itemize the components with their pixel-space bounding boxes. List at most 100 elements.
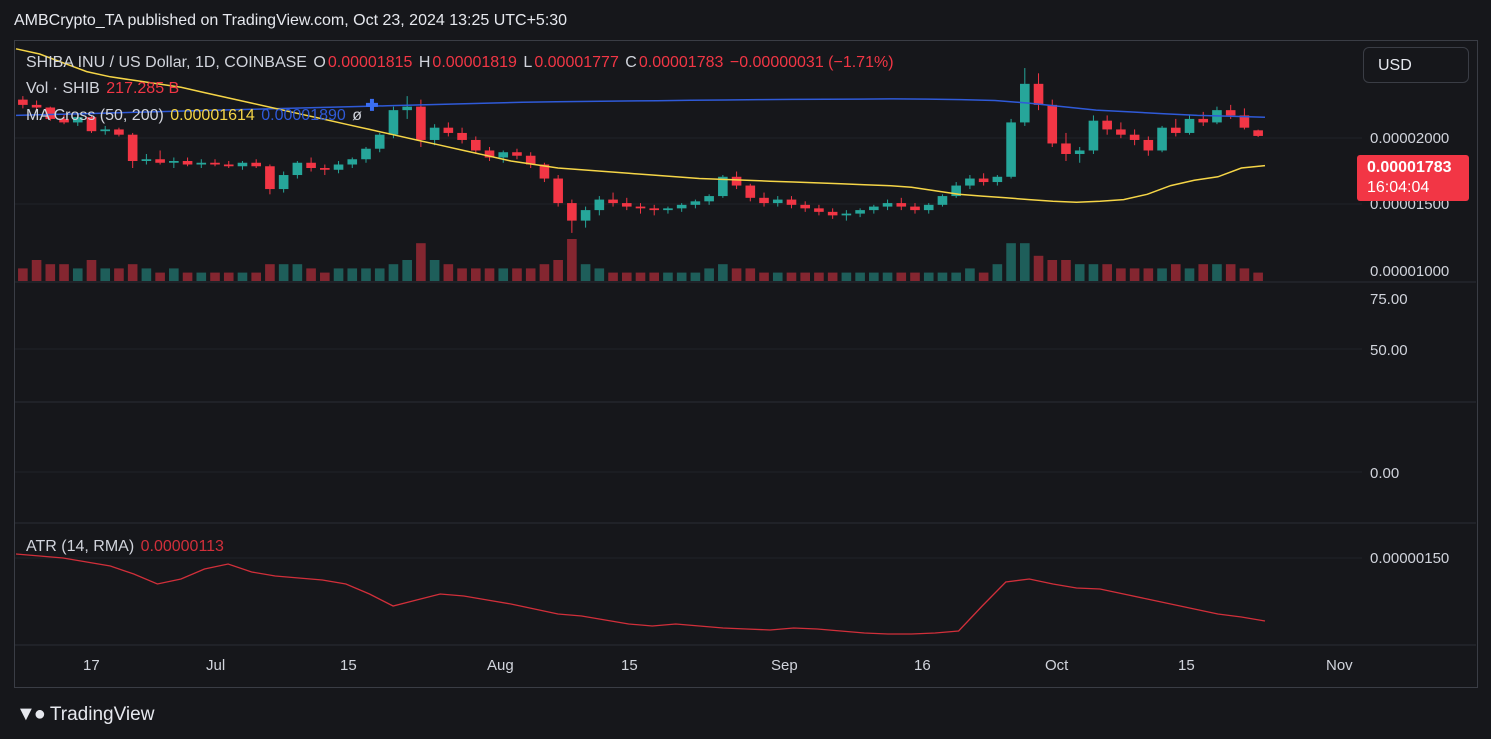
volume-bar: [223, 272, 234, 281]
candle-body: [869, 206, 879, 211]
osc-tick: 75.00: [1370, 291, 1408, 308]
candle-body: [223, 164, 234, 167]
volume-bar: [1157, 268, 1167, 281]
candle-body: [388, 110, 399, 135]
volume-bar: [759, 272, 769, 281]
candle-body: [635, 206, 646, 209]
volume-bar: [402, 260, 412, 281]
volume-bar: [1020, 243, 1030, 281]
volume-bar: [333, 268, 344, 281]
x-tick: Aug: [487, 657, 514, 674]
candle-body: [292, 162, 303, 176]
tradingview-logo-icon: ▼●: [16, 703, 46, 725]
ma50-value: 0.00001614: [170, 107, 255, 124]
x-tick: Oct: [1045, 657, 1069, 674]
osc-tick: 50.00: [1370, 342, 1408, 359]
volume-bar: [169, 268, 179, 281]
last-price-value: 0.00001783: [1367, 159, 1452, 176]
currency-button[interactable]: USD: [1363, 47, 1469, 83]
volume-bar: [649, 272, 660, 281]
symbol-legend[interactable]: SHIBA INU / US Dollar, 1D, COINBASE O 0.0…: [26, 54, 896, 72]
candle-body: [923, 204, 934, 211]
volume-bar: [841, 272, 852, 281]
volume-bar: [814, 272, 824, 281]
high-value: 0.00001819: [432, 54, 517, 71]
volume-label: Vol · SHIB: [26, 80, 100, 97]
volume-bar: [690, 272, 701, 281]
osc-tick: 0.00: [1370, 465, 1400, 482]
candle-body: [772, 199, 783, 204]
candle-body: [169, 161, 179, 163]
candle-body: [553, 178, 563, 204]
volume-bar: [923, 272, 934, 281]
volume-bar: [484, 268, 495, 281]
volume-bar: [910, 272, 920, 281]
price-tick: 0.00002000: [1370, 130, 1450, 147]
atr-value: 0.00000113: [140, 538, 224, 555]
volume-bar: [265, 264, 275, 281]
candle-body: [512, 152, 522, 156]
volume-bar: [1143, 268, 1154, 281]
volume-bar: [786, 272, 797, 281]
candle-body: [910, 206, 920, 211]
volume-bars: [18, 239, 1263, 281]
candle-body: [155, 159, 165, 163]
ma200-value: 0.00001890: [261, 107, 346, 124]
candle-body: [745, 185, 756, 198]
volume-bar: [663, 272, 673, 281]
volume-bar: [937, 272, 948, 281]
ma-extra-symbol: ø: [352, 107, 363, 124]
volume-bar: [772, 272, 783, 281]
close-value: 0.00001783: [638, 54, 724, 71]
volume-bar: [237, 272, 248, 281]
volume-bar: [443, 264, 454, 281]
candle-body: [1157, 127, 1167, 151]
volume-bar: [155, 272, 165, 281]
candle-body: [827, 211, 838, 216]
candle-body: [1074, 150, 1085, 154]
price-tick: 0.00001000: [1370, 263, 1450, 280]
candle-body: [1047, 104, 1058, 144]
candle-body: [841, 213, 852, 216]
candle-body: [265, 166, 275, 190]
candle-body: [402, 106, 412, 111]
volume-bar: [580, 264, 591, 281]
volume-bar: [704, 268, 714, 281]
low-label: L: [523, 54, 533, 71]
volume-bar: [567, 239, 577, 281]
candle-body: [1088, 120, 1099, 151]
symbol-name: SHIBA INU / US Dollar, 1D, COINBASE: [26, 54, 307, 71]
volume-legend[interactable]: Vol · SHIB 217.285 B: [26, 80, 181, 98]
atr-tick: 0.00000150: [1370, 550, 1450, 567]
candle-body: [965, 178, 975, 186]
candle-body: [676, 204, 687, 209]
atr-legend[interactable]: ATR (14, RMA) 0.00000113: [26, 538, 226, 556]
volume-bar: [992, 264, 1003, 281]
x-tick: Jul: [206, 657, 226, 674]
candle-body: [814, 208, 824, 212]
candle-body: [361, 148, 371, 160]
ma-cross-label: MA Cross (50, 200): [26, 107, 164, 124]
candle-body: [114, 129, 124, 135]
candle-body: [457, 132, 467, 140]
volume-bar: [59, 264, 69, 281]
candle-body: [127, 134, 138, 161]
brand-name: TradingView: [49, 703, 155, 725]
volume-bar: [745, 268, 756, 281]
candle-body: [882, 203, 893, 207]
volume-bar: [1212, 264, 1222, 281]
x-tick: 15: [1178, 657, 1195, 674]
candle-body: [443, 127, 454, 133]
tradingview-brand[interactable]: ▼● TradingView: [16, 703, 154, 726]
high-label: H: [418, 54, 431, 71]
candle-body: [1116, 129, 1126, 135]
volume-bar: [374, 268, 385, 281]
x-tick: 16: [914, 657, 931, 674]
volume-bar: [608, 272, 618, 281]
candle-body: [1225, 110, 1236, 116]
candle-body: [594, 199, 605, 211]
change-value: −0.00000031 (−1.71%): [729, 54, 894, 71]
ma-cross-legend[interactable]: MA Cross (50, 200) 0.00001614 0.00001890…: [26, 107, 364, 125]
volume-bar: [525, 268, 536, 281]
volume-bar: [594, 268, 605, 281]
